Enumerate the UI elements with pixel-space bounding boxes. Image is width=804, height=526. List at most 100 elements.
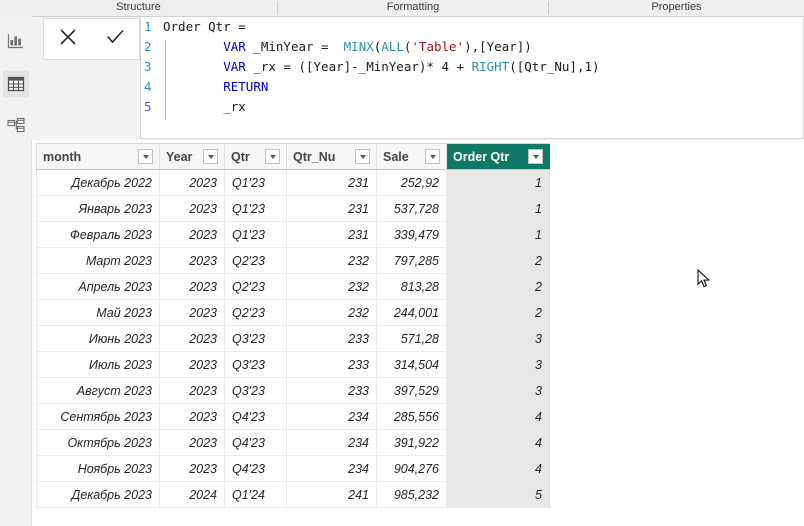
table-cell-qtrnu[interactable]: 234 [287,404,377,430]
table-cell-sale[interactable]: 252,92 [377,170,447,196]
code-line[interactable]: 3 VAR _rx = ([Year]-_MinYear)* 4 + RIGHT… [141,57,803,77]
table-cell-year[interactable]: 2024 [160,482,225,508]
table-cell-order[interactable]: 4 [447,456,550,482]
filter-dropdown-month[interactable] [138,149,153,164]
table-row[interactable]: Апрель 2023 2023 Q2'23 232 813,28 2 [36,274,550,300]
table-cell-year[interactable]: 2023 [160,222,225,248]
table-cell-sale[interactable]: 391,922 [377,430,447,456]
table-cell-sale[interactable]: 985,232 [377,482,447,508]
filter-dropdown-sale[interactable] [425,149,440,164]
sidebar-item-data-view[interactable] [3,71,29,97]
table-cell-year[interactable]: 2023 [160,170,225,196]
table-cell-qtr[interactable]: Q2'23 [225,300,287,326]
table-cell-sale[interactable]: 339,479 [377,222,447,248]
table-cell-month[interactable]: Декабрь 2023 [36,482,160,508]
cancel-button[interactable] [48,19,88,59]
table-cell-month[interactable]: Январь 2023 [36,196,160,222]
table-cell-qtrnu[interactable]: 231 [287,196,377,222]
table-cell-order[interactable]: 3 [447,326,550,352]
column-header-month[interactable]: month [36,144,160,169]
table-cell-order[interactable]: 1 [447,222,550,248]
ribbon-group-formatting[interactable]: Formatting [278,0,548,16]
column-header-qtr[interactable]: Qtr [225,144,287,169]
table-cell-sale[interactable]: 397,529 [377,378,447,404]
code-line[interactable]: 2 VAR _MinYear = MINX(ALL('Table'),[Year… [141,37,803,57]
table-cell-year[interactable]: 2023 [160,352,225,378]
table-cell-qtr[interactable]: Q1'24 [225,482,287,508]
table-cell-month[interactable]: Февраль 2023 [36,222,160,248]
table-cell-qtr[interactable]: Q3'23 [225,378,287,404]
table-cell-order[interactable]: 5 [447,482,550,508]
table-row[interactable]: Январь 2023 2023 Q1'23 231 537,728 1 [36,196,550,222]
table-row[interactable]: Июль 2023 2023 Q3'23 233 314,504 3 [36,352,550,378]
commit-button[interactable] [95,19,135,59]
table-cell-year[interactable]: 2023 [160,378,225,404]
table-cell-qtrnu[interactable]: 231 [287,170,377,196]
table-cell-qtr[interactable]: Q2'23 [225,248,287,274]
table-cell-sale[interactable]: 571,28 [377,326,447,352]
table-cell-order[interactable]: 2 [447,248,550,274]
table-cell-year[interactable]: 2023 [160,248,225,274]
table-cell-qtrnu[interactable]: 232 [287,248,377,274]
table-row[interactable]: Ноябрь 2023 2023 Q4'23 234 904,276 4 [36,456,550,482]
table-cell-year[interactable]: 2023 [160,404,225,430]
table-cell-sale[interactable]: 797,285 [377,248,447,274]
table-row[interactable]: Октябрь 2023 2023 Q4'23 234 391,922 4 [36,430,550,456]
table-cell-month[interactable]: Март 2023 [36,248,160,274]
table-cell-month[interactable]: Ноябрь 2023 [36,456,160,482]
table-cell-year[interactable]: 2023 [160,196,225,222]
filter-dropdown-qtr-nu[interactable] [355,149,370,164]
table-cell-year[interactable]: 2023 [160,326,225,352]
table-cell-order[interactable]: 2 [447,274,550,300]
table-cell-sale[interactable]: 285,556 [377,404,447,430]
ribbon-group-structure[interactable]: Structure [0,0,277,16]
table-cell-qtrnu[interactable]: 233 [287,352,377,378]
filter-dropdown-year[interactable] [203,149,218,164]
column-header-order-qtr[interactable]: Order Qtr [447,144,550,169]
table-cell-qtr[interactable]: Q4'23 [225,456,287,482]
table-row[interactable]: Май 2023 2023 Q2'23 232 244,001 2 [36,300,550,326]
table-cell-qtrnu[interactable]: 234 [287,430,377,456]
table-cell-month[interactable]: Июнь 2023 [36,326,160,352]
table-row[interactable]: Декабрь 2022 2023 Q1'23 231 252,92 1 [36,170,550,196]
table-row[interactable]: Сентябрь 2023 2023 Q4'23 234 285,556 4 [36,404,550,430]
table-cell-year[interactable]: 2023 [160,300,225,326]
sidebar-item-model-view[interactable] [3,113,29,139]
table-cell-qtrnu[interactable]: 232 [287,300,377,326]
table-cell-year[interactable]: 2023 [160,430,225,456]
table-cell-month[interactable]: Апрель 2023 [36,274,160,300]
table-cell-month[interactable]: Август 2023 [36,378,160,404]
column-header-year[interactable]: Year [160,144,225,169]
table-cell-sale[interactable]: 314,504 [377,352,447,378]
table-cell-qtrnu[interactable]: 233 [287,378,377,404]
table-cell-month[interactable]: Октябрь 2023 [36,430,160,456]
column-header-qtr-nu[interactable]: Qtr_Nu [287,144,377,169]
filter-dropdown-order-qtr[interactable] [528,149,543,164]
table-row[interactable]: Март 2023 2023 Q2'23 232 797,285 2 [36,248,550,274]
code-line[interactable]: 5 _rx [141,97,803,117]
table-cell-month[interactable]: Декабрь 2022 [36,170,160,196]
filter-dropdown-qtr[interactable] [265,149,280,164]
table-cell-year[interactable]: 2023 [160,456,225,482]
table-cell-sale[interactable]: 244,001 [377,300,447,326]
table-cell-month[interactable]: Июль 2023 [36,352,160,378]
table-cell-order[interactable]: 3 [447,378,550,404]
table-cell-order[interactable]: 2 [447,300,550,326]
table-cell-qtrnu[interactable]: 232 [287,274,377,300]
table-cell-qtr[interactable]: Q2'23 [225,274,287,300]
code-line[interactable]: 4 RETURN [141,77,803,97]
table-cell-sale[interactable]: 904,276 [377,456,447,482]
table-cell-qtrnu[interactable]: 234 [287,456,377,482]
table-cell-order[interactable]: 4 [447,404,550,430]
table-cell-order[interactable]: 3 [447,352,550,378]
sidebar-item-report-view[interactable] [3,28,29,54]
code-line[interactable]: 1 Order Qtr = [141,17,803,37]
table-cell-month[interactable]: Май 2023 [36,300,160,326]
table-cell-qtr[interactable]: Q3'23 [225,326,287,352]
table-cell-qtrnu[interactable]: 233 [287,326,377,352]
table-cell-qtrnu[interactable]: 231 [287,222,377,248]
column-header-sale[interactable]: Sale [377,144,447,169]
table-cell-qtr[interactable]: Q1'23 [225,170,287,196]
table-cell-qtr[interactable]: Q4'23 [225,404,287,430]
table-row[interactable]: Июнь 2023 2023 Q3'23 233 571,28 3 [36,326,550,352]
